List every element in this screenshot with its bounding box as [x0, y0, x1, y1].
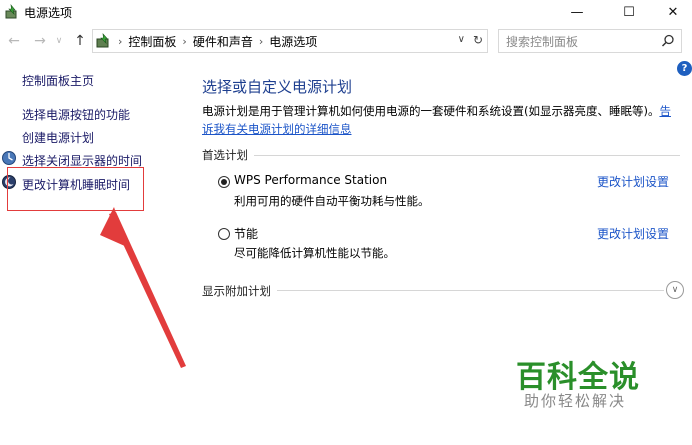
power-options-icon: [5, 4, 17, 19]
section-divider: [202, 155, 680, 156]
watermark-slogan: 助你轻松解决: [524, 392, 627, 410]
forward-button[interactable]: →: [30, 30, 50, 52]
breadcrumb-separator: ›: [118, 34, 123, 48]
plan-name-power-saver[interactable]: 节能: [234, 225, 258, 242]
title-bar: 电源选项 — ☐ ✕: [0, 0, 692, 24]
preferred-plans-label: 首选计划: [202, 147, 254, 163]
recent-locations-button[interactable]: ∨: [52, 30, 66, 52]
change-plan-settings-power-saver-link[interactable]: 更改计划设置: [597, 225, 669, 242]
page-description: 电源计划是用于管理计算机如何使用电源的一套硬件和系统设置(如显示器亮度、睡眠等)…: [202, 102, 682, 138]
plan-radio-wps[interactable]: [218, 176, 230, 188]
up-button[interactable]: ↑: [70, 30, 90, 52]
breadcrumb-separator: ›: [258, 34, 264, 48]
address-dropdown-button[interactable]: ∨: [458, 34, 465, 45]
show-additional-plans-label[interactable]: 显示附加计划: [202, 283, 277, 299]
breadcrumb-separator: ›: [182, 34, 187, 48]
search-box[interactable]: 搜索控制面板: [498, 29, 682, 53]
plan-description-wps: 利用可用的硬件自动平衡功耗与性能。: [234, 194, 430, 208]
search-icon[interactable]: [661, 34, 675, 48]
sidebar-item-create-plan[interactable]: 创建电源计划: [22, 129, 94, 146]
highlight-annotation-box: [7, 167, 144, 211]
page-title: 选择或自定义电源计划: [202, 78, 353, 96]
close-button[interactable]: ✕: [650, 0, 692, 24]
expand-additional-plans-button[interactable]: ∨: [666, 281, 684, 299]
navigation-bar: ← → ∨ ↑ › 控制面板 › 硬件和声音 › 电源选项 ∨ ↻ 搜索控制面板: [0, 28, 692, 54]
change-plan-settings-wps-link[interactable]: 更改计划设置: [597, 173, 669, 190]
monitor-icon: [2, 151, 16, 165]
control-panel-icon: [96, 33, 109, 48]
refresh-button[interactable]: ↻: [473, 33, 483, 47]
window-title: 电源选项: [24, 6, 73, 20]
back-button[interactable]: ←: [4, 30, 24, 52]
plan-radio-power-saver[interactable]: [218, 228, 230, 240]
help-icon[interactable]: ?: [677, 61, 692, 76]
minimize-button[interactable]: —: [554, 0, 600, 24]
sidebar-item-power-button[interactable]: 选择电源按钮的功能: [22, 106, 130, 123]
breadcrumb-power-options[interactable]: 电源选项: [269, 33, 317, 50]
address-bar[interactable]: › 控制面板 › 硬件和声音 › 电源选项 ∨ ↻: [92, 29, 488, 53]
plan-name-wps[interactable]: WPS Performance Station: [234, 173, 387, 187]
description-text: 电源计划是用于管理计算机如何使用电源的一套硬件和系统设置(如显示器亮度、睡眠等)…: [202, 104, 660, 118]
breadcrumb-control-panel[interactable]: 控制面板: [128, 33, 176, 50]
maximize-button[interactable]: ☐: [606, 0, 652, 24]
breadcrumb-hardware-sound[interactable]: 硬件和声音: [193, 33, 253, 50]
sidebar-item-home[interactable]: 控制面板主页: [22, 72, 94, 89]
plan-description-power-saver: 尽可能降低计算机性能以节能。: [234, 246, 395, 260]
search-input[interactable]: 搜索控制面板: [499, 33, 578, 50]
